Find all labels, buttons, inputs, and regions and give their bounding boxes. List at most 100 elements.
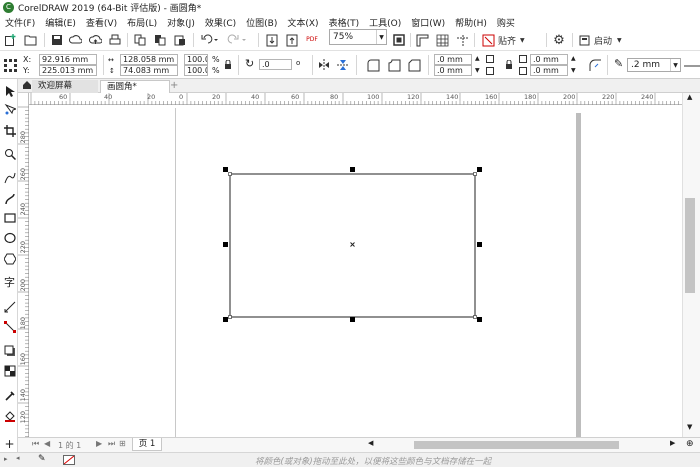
menu-help[interactable]: 帮助(H) — [450, 16, 492, 29]
lock-ratio-icon[interactable] — [222, 59, 234, 71]
scroll-right-icon[interactable]: ▶ — [670, 439, 675, 447]
zoom-navigator-icon[interactable]: ⊕ — [686, 439, 694, 449]
artistic-media-tool-icon[interactable] — [2, 191, 17, 206]
corner-nodes[interactable] — [228, 172, 477, 319]
freehand-tool-icon[interactable] — [2, 170, 17, 185]
dynamic-guides-icon[interactable] — [480, 32, 496, 48]
menu-window[interactable]: 窗口(W) — [406, 16, 450, 29]
vertical-scroll-thumb[interactable] — [685, 198, 695, 293]
handle-middle-right[interactable] — [477, 242, 482, 247]
menu-object[interactable]: 对象(J) — [162, 16, 200, 29]
scale-x-field[interactable]: 100.0 — [184, 54, 208, 65]
menu-layout[interactable]: 布局(L) — [122, 16, 162, 29]
scalloped-corner-icon[interactable] — [386, 57, 402, 73]
width-field[interactable]: 128.058 mm — [120, 54, 178, 65]
pick-tool-icon[interactable] — [2, 83, 17, 98]
parallel-dimension-tool-icon[interactable] — [2, 299, 17, 314]
menu-file[interactable]: 文件(F) — [0, 16, 40, 29]
menu-tools[interactable]: 工具(O) — [364, 16, 406, 29]
first-page-icon[interactable]: ⏮ — [32, 439, 39, 449]
options-gear-icon[interactable]: ⚙ — [551, 32, 567, 48]
publish-pdf-icon[interactable]: PDF — [304, 32, 320, 48]
export-icon[interactable] — [285, 32, 299, 48]
transparency-tool-icon[interactable] — [2, 363, 17, 378]
menu-effects[interactable]: 效果(C) — [200, 16, 241, 29]
mirror-vertical-icon[interactable] — [336, 57, 350, 73]
tab-welcome-screen[interactable]: 欢迎屏幕 — [32, 80, 98, 93]
show-guidelines-icon[interactable] — [454, 32, 470, 48]
rectangle-tool-icon[interactable] — [2, 210, 17, 225]
launch-button[interactable]: 启动 ▼ — [594, 32, 632, 48]
scale-y-field[interactable]: 100.0 — [184, 65, 208, 76]
page-tab-1[interactable]: 页 1 — [132, 438, 162, 451]
redo-icon[interactable] — [226, 32, 248, 48]
corner-radius-top-right-field[interactable]: .0 mm — [530, 54, 568, 65]
interactive-fill-tool-icon[interactable] — [2, 408, 17, 423]
spinner-up-icon[interactable]: ▲ — [571, 54, 576, 64]
paste-icon[interactable] — [173, 32, 187, 48]
y-position-field[interactable]: 225.013 mm — [39, 65, 97, 76]
spinner-down-icon[interactable]: ▼ — [475, 66, 480, 76]
zoom-tool-icon[interactable] — [2, 146, 17, 161]
spinner-down-icon[interactable]: ▼ — [571, 66, 576, 76]
connector-tool-icon[interactable] — [2, 319, 17, 334]
palette-collapse-icon[interactable]: ▸ — [4, 455, 8, 463]
vertical-scrollbar[interactable]: ▲ ▼ — [682, 93, 700, 437]
rectangle-shape[interactable] — [229, 173, 476, 318]
handle-top-left[interactable] — [223, 167, 228, 172]
full-screen-preview-icon[interactable] — [391, 32, 407, 48]
menu-table[interactable]: 表格(T) — [324, 16, 365, 29]
new-document-icon[interactable] — [3, 32, 17, 48]
open-icon[interactable] — [22, 32, 40, 48]
lock-corners-icon[interactable] — [503, 58, 515, 72]
handle-bottom-right[interactable] — [477, 317, 482, 322]
rotation-angle-field[interactable]: .0 — [259, 59, 292, 70]
height-field[interactable]: 74.083 mm — [120, 65, 178, 76]
scroll-down-icon[interactable]: ▼ — [687, 423, 692, 431]
last-page-icon[interactable]: ⏭ — [108, 439, 115, 449]
add-tool-icon[interactable]: + — [2, 436, 17, 451]
palette-left-icon[interactable]: ◂ — [16, 454, 20, 462]
next-page-icon[interactable]: ▶ — [96, 439, 102, 448]
crop-tool-icon[interactable] — [2, 123, 17, 138]
horizontal-ruler[interactable]: 60 40 20 0 20 40 60 80 100 120 140 160 1… — [29, 93, 682, 105]
eyedropper-icon[interactable]: ✎ — [38, 454, 46, 464]
chamfered-corner-icon[interactable] — [406, 57, 422, 73]
handle-top-center[interactable] — [350, 167, 355, 172]
snap-to-button[interactable]: 贴齐 ▼ — [498, 32, 542, 48]
vertical-ruler[interactable]: 280 260 240 220 200 180 160 140 120 — [18, 93, 29, 437]
handle-bottom-left[interactable] — [223, 317, 228, 322]
menu-text[interactable]: 文本(X) — [282, 16, 323, 29]
handle-bottom-center[interactable] — [350, 317, 355, 322]
scroll-left-icon[interactable]: ◀ — [368, 439, 373, 447]
prev-page-icon[interactable]: ◀ — [44, 439, 50, 448]
center-marker[interactable] — [350, 242, 355, 247]
zoom-level-combo[interactable]: 75% ▼ — [329, 29, 387, 45]
polygon-tool-icon[interactable] — [2, 251, 17, 266]
drawing-canvas[interactable] — [29, 105, 682, 437]
x-position-field[interactable]: 92.916 mm — [39, 54, 97, 65]
show-grid-icon[interactable] — [434, 32, 450, 48]
cloud-upload-icon[interactable] — [88, 32, 102, 48]
scroll-up-icon[interactable]: ▲ — [687, 93, 692, 101]
mirror-horizontal-icon[interactable] — [317, 57, 331, 73]
cut-icon[interactable] — [133, 32, 147, 48]
reference-point-icon[interactable] — [2, 57, 18, 73]
ellipse-tool-icon[interactable] — [2, 230, 17, 245]
copy-icon[interactable] — [153, 32, 167, 48]
spinner-up-icon[interactable]: ▲ — [475, 54, 480, 64]
menu-view[interactable]: 查看(V) — [81, 16, 122, 29]
import-icon[interactable] — [265, 32, 279, 48]
line-style-preview[interactable] — [684, 58, 700, 74]
cloud-download-icon[interactable] — [68, 32, 82, 48]
menu-edit[interactable]: 编辑(E) — [40, 16, 81, 29]
corner-radius-bottom-left-field[interactable]: .0 mm — [434, 65, 472, 76]
menu-buy[interactable]: 购买 — [492, 16, 520, 29]
corner-radius-top-left-field[interactable]: .0 mm — [434, 54, 472, 65]
undo-icon[interactable] — [198, 32, 220, 48]
menu-bitmaps[interactable]: 位图(B) — [241, 16, 282, 29]
relative-corner-scaling-icon[interactable] — [587, 57, 603, 73]
add-tab-button[interactable]: + — [164, 80, 184, 93]
no-fill-swatch[interactable] — [63, 455, 75, 465]
handle-middle-left[interactable] — [223, 242, 228, 247]
